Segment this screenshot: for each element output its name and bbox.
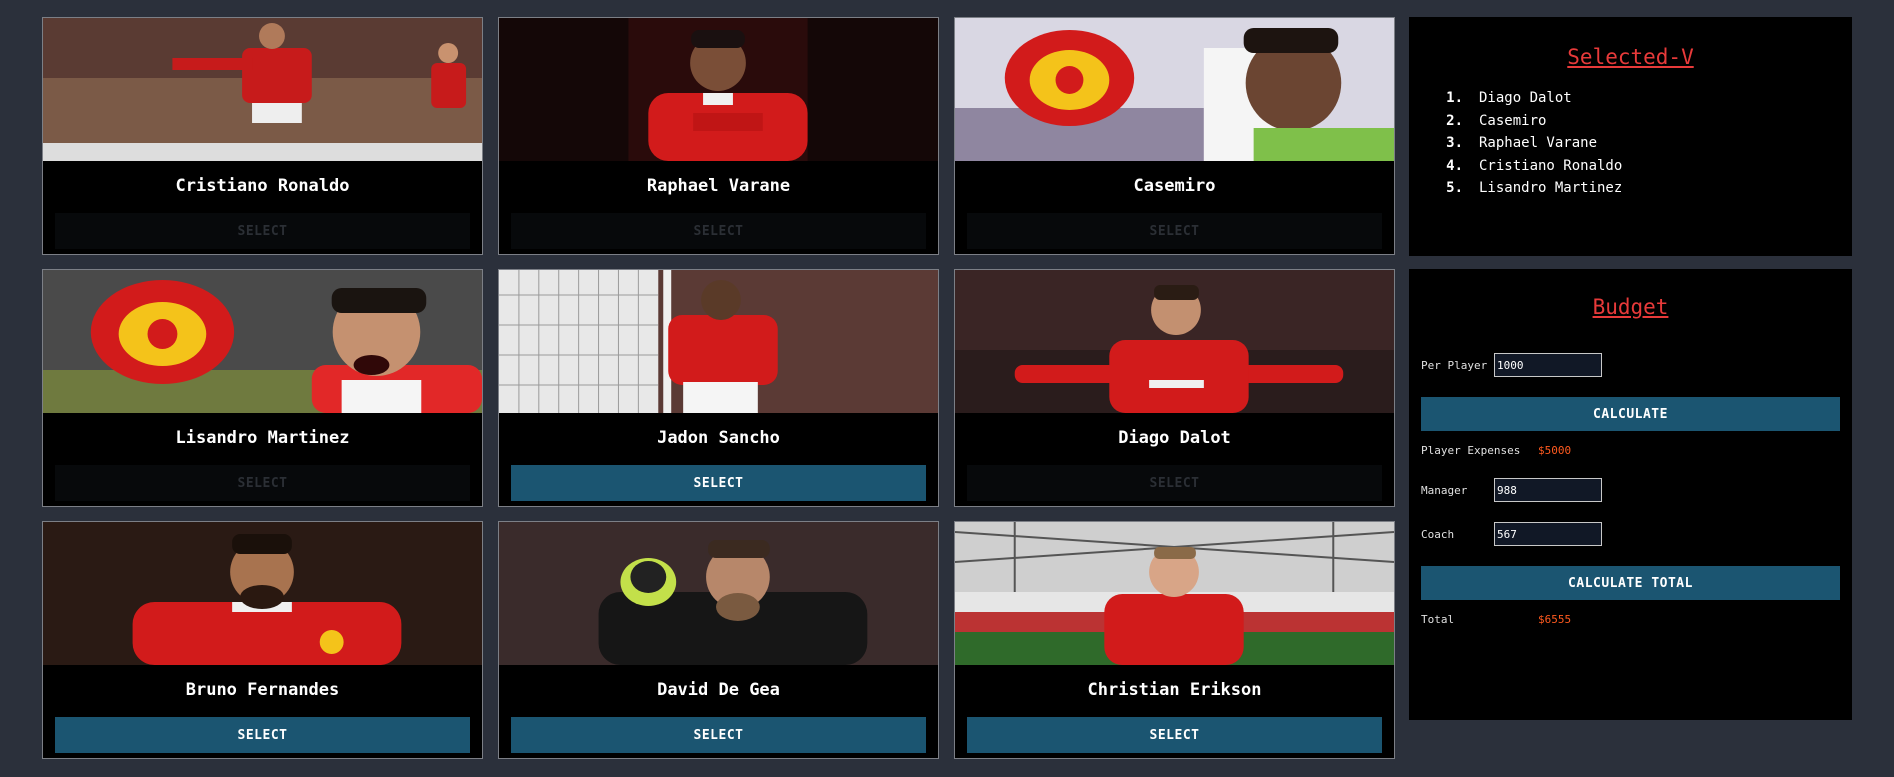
select-button[interactable]: SELECT bbox=[967, 213, 1382, 249]
player-card: Cristiano Ronaldo SELECT bbox=[42, 17, 483, 255]
select-button[interactable]: SELECT bbox=[55, 717, 470, 753]
player-photo bbox=[499, 18, 938, 161]
player-card: Lisandro Martinez SELECT bbox=[42, 269, 483, 507]
player-photo bbox=[955, 270, 1394, 413]
player-card: Casemiro SELECT bbox=[954, 17, 1395, 255]
player-name: Cristiano Ronaldo bbox=[175, 176, 350, 196]
player-photo bbox=[43, 270, 482, 413]
select-button[interactable]: SELECT bbox=[511, 213, 926, 249]
select-button[interactable]: SELECT bbox=[967, 717, 1382, 753]
list-item: 3. Raphael Varane bbox=[1446, 135, 1598, 151]
player-name: Casemiro bbox=[1133, 176, 1216, 196]
per-player-input[interactable] bbox=[1494, 353, 1602, 377]
player-card: Diago Dalot SELECT bbox=[954, 269, 1395, 507]
player-photo bbox=[955, 522, 1394, 665]
manager-label: Manager bbox=[1421, 484, 1468, 497]
select-button[interactable]: SELECT bbox=[55, 213, 470, 249]
player-photo bbox=[43, 18, 482, 161]
calculate-button[interactable]: CALCULATE bbox=[1421, 397, 1840, 431]
player-photo bbox=[499, 522, 938, 665]
player-name: Diago Dalot bbox=[1118, 428, 1231, 448]
player-photo bbox=[499, 270, 938, 413]
coach-input[interactable] bbox=[1494, 522, 1602, 546]
calculate-total-button[interactable]: CALCULATE TOTAL bbox=[1421, 566, 1840, 600]
player-card: Christian Erikson SELECT bbox=[954, 521, 1395, 759]
list-item: 4. Cristiano Ronaldo bbox=[1446, 157, 1623, 174]
player-card: Jadon Sancho SELECT bbox=[498, 269, 939, 507]
player-name: David De Gea bbox=[657, 680, 780, 700]
player-card: Raphael Varane SELECT bbox=[498, 17, 939, 255]
player-name: Jadon Sancho bbox=[657, 428, 780, 448]
total-label: Total bbox=[1421, 613, 1455, 626]
selected-title: Selected-V bbox=[1567, 45, 1694, 69]
coach-label: Coach bbox=[1421, 528, 1455, 541]
player-name: Lisandro Martinez bbox=[175, 428, 350, 448]
list-item: 5. Lisandro Martinez bbox=[1446, 180, 1623, 196]
total-value: $6555 bbox=[1538, 613, 1572, 626]
player-name: Bruno Fernandes bbox=[185, 680, 340, 700]
manager-input[interactable] bbox=[1494, 478, 1602, 502]
selected-panel: Selected-V 1. Diago Dalot 2. Casemiro 3. Ra… bbox=[1409, 17, 1852, 256]
select-button[interactable]: SELECT bbox=[511, 717, 926, 753]
list-item: 2. Casemiro bbox=[1446, 112, 1547, 129]
selected-list: 1. Diago Dalot 2. Casemiro 3. Raphael Varan… bbox=[1431, 87, 1622, 200]
player-expenses-label: Player Expenses bbox=[1421, 444, 1521, 457]
player-photo bbox=[955, 18, 1394, 161]
player-photo bbox=[43, 522, 482, 665]
list-item: 1. Diago Dalot bbox=[1446, 90, 1572, 106]
player-name: Christian Erikson bbox=[1087, 680, 1262, 700]
select-button[interactable]: SELECT bbox=[55, 465, 470, 501]
player-expenses-value: $5000 bbox=[1538, 444, 1572, 457]
budget-title: Budget bbox=[1592, 295, 1669, 319]
player-card: David De Gea SELECT bbox=[498, 521, 939, 759]
per-player-label: Per Player bbox=[1421, 359, 1488, 372]
budget-panel: Budget Per Player CALCULATE Player Expen… bbox=[1409, 269, 1852, 720]
player-name: Raphael Varane bbox=[646, 176, 791, 196]
select-button[interactable]: SELECT bbox=[967, 465, 1382, 501]
player-card: Bruno Fernandes SELECT bbox=[42, 521, 483, 759]
select-button[interactable]: SELECT bbox=[511, 465, 926, 501]
